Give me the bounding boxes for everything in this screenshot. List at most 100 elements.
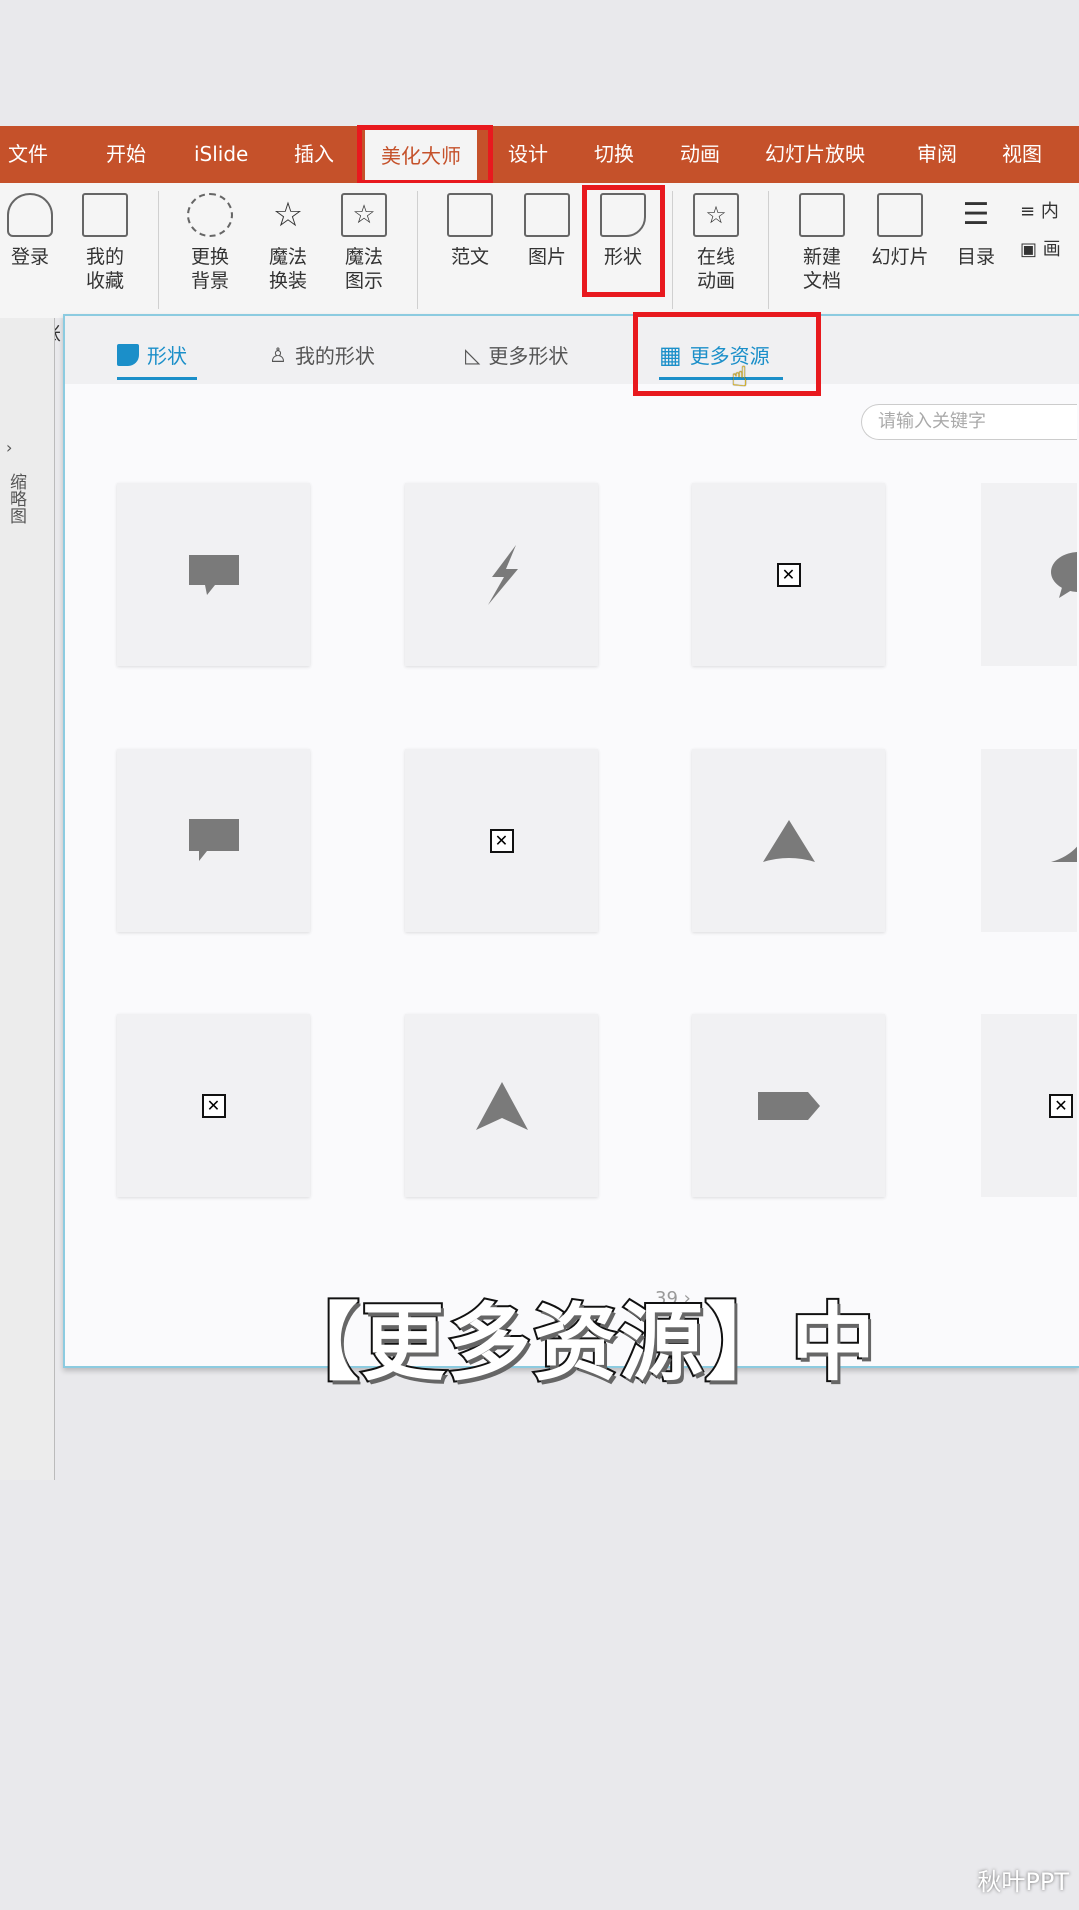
magic-diagram-button[interactable]: ☆ 魔法 图示 (334, 193, 394, 293)
label: 在线 (696, 246, 735, 268)
label: 换装 (268, 270, 307, 292)
arrow-triangle-icon (475, 1081, 528, 1130)
label: 登录 (10, 246, 49, 268)
highlight-box-menu (357, 125, 493, 185)
lightning-icon (487, 544, 518, 605)
shape-card[interactable] (117, 483, 310, 666)
label: 魔法 (268, 246, 307, 268)
search-input[interactable]: 请输入关键字 (861, 404, 1077, 440)
shape-card[interactable]: ✕ (692, 483, 885, 666)
star-frame-icon: ☆ (693, 193, 739, 237)
label: 收藏 (85, 270, 124, 292)
round-bubble-icon (1051, 551, 1077, 598)
toc-button[interactable]: ☰ 目录 (946, 193, 1006, 269)
menu-file[interactable]: 文件 (8, 126, 48, 183)
label: 图示 (344, 270, 383, 292)
tag-icon (757, 1091, 820, 1120)
menu-animations[interactable]: 动画 (680, 126, 720, 183)
label: 魔法 (344, 246, 383, 268)
user-icon: ♙ (269, 342, 287, 367)
new-document-button[interactable]: 新建 文档 (792, 193, 852, 293)
broken-image-icon: ✕ (201, 1093, 226, 1118)
picture-button[interactable]: 图片 (517, 193, 577, 269)
subtitle-caption: 【更多资源】中 (273, 1292, 878, 1394)
expand-chevron-icon[interactable]: › (6, 438, 12, 457)
thumbnail-pane: › 缩略图 (0, 318, 55, 1480)
broken-image-icon: ✕ (1049, 1093, 1073, 1118)
menu-design[interactable]: 设计 (508, 126, 548, 183)
user-icon (7, 193, 53, 237)
shape-card[interactable] (981, 483, 1077, 666)
label: 背景 (190, 270, 229, 292)
menu-view[interactable]: 视图 (1002, 126, 1042, 183)
highlight-box-more-resources (633, 312, 821, 396)
list-icon: ☰ (962, 197, 990, 232)
login-button[interactable]: 登录 (0, 193, 60, 269)
tab-label: 形状 (147, 344, 187, 368)
magic-diagram-icon: ☆ (341, 193, 387, 237)
shapes-dialog: 形状 ♙ 我的形状 ◺ 更多形状 ▦ 更多资源 ☝ 请输入关键字 ✕ ✕ ✕ ✕ 39… (63, 312, 1079, 1368)
menu-transitions[interactable]: 切换 (594, 126, 634, 183)
label: 文档 (802, 270, 841, 292)
slide-chart-icon (877, 193, 923, 237)
image-icon (524, 193, 570, 237)
broken-image-icon: ✕ (776, 562, 801, 587)
new-document-icon (799, 193, 845, 237)
tab-shapes[interactable]: 形状 (117, 340, 187, 369)
label: 内 (1040, 201, 1059, 222)
picture-side-button[interactable]: ▣ 画 (1020, 235, 1061, 261)
change-background-button[interactable]: 更换 背景 (180, 193, 240, 293)
shape-card[interactable] (405, 483, 598, 666)
magic-outfit-button[interactable]: ☆ 魔法 换装 (258, 193, 318, 293)
menu-home[interactable]: 开始 (106, 126, 146, 183)
shape-card[interactable] (405, 1014, 598, 1197)
menu-slideshow[interactable]: 幻灯片放映 (765, 126, 865, 183)
shape-card[interactable]: ✕ (117, 1014, 310, 1197)
label: 更换 (190, 246, 229, 268)
triangle-icon (762, 819, 815, 862)
menu-review[interactable]: 审阅 (917, 126, 957, 183)
tab-my-shapes[interactable]: ♙ 我的形状 (269, 340, 375, 369)
divider (768, 191, 769, 309)
refresh-icon (187, 193, 233, 237)
dialog-tab-bar: 形状 ♙ 我的形状 ◺ 更多形状 ▦ 更多资源 ☝ (65, 316, 1079, 393)
menu-bar: 文件 开始 iSlide 插入 美化大师 设计 切换 动画 幻灯片放映 审阅 视… (0, 126, 1079, 183)
watermark: 秋叶PPT (977, 1868, 1069, 1896)
menu-islide[interactable]: iSlide (194, 126, 248, 183)
divider (672, 191, 673, 309)
label: 图片 (527, 246, 566, 268)
template-button[interactable]: 范文 (440, 193, 500, 269)
shape-card[interactable] (981, 749, 1077, 932)
magic-wand-icon: ☆ (272, 195, 304, 235)
shape-outline-icon: ◺ (465, 342, 481, 367)
shape-card[interactable] (692, 1014, 885, 1197)
curved-triangle-icon (1051, 845, 1077, 862)
tab-label: 更多形状 (488, 344, 569, 368)
label: 新建 (802, 246, 841, 268)
label: 画 (1042, 239, 1061, 260)
folder-heart-icon (82, 193, 128, 237)
divider (417, 191, 418, 309)
speech-bubble-icon (188, 554, 239, 595)
tab-label: 我的形状 (294, 344, 375, 368)
favorites-button[interactable]: 我的 收藏 (75, 193, 135, 293)
shape-card[interactable]: ✕ (405, 749, 598, 932)
label: 我的 (85, 246, 124, 268)
label: 目录 (956, 246, 995, 268)
tab-underline (117, 377, 197, 380)
thumbnail-label: 缩略图 (6, 473, 26, 524)
shape-card[interactable] (692, 749, 885, 932)
label: 动画 (696, 270, 735, 292)
slide-button[interactable]: 幻灯片 (868, 193, 932, 269)
label: 幻灯片 (871, 246, 929, 268)
ribbon: 登录 我的 收藏 更换 背景 ☆ 魔法 换装 ☆ 魔法 图示 范文 图片 形状 ☆ 在线 动画 … (0, 183, 1079, 345)
label: 范文 (450, 246, 489, 268)
document-icon (447, 193, 493, 237)
shape-card[interactable] (117, 749, 310, 932)
online-animation-button[interactable]: ☆ 在线 动画 (686, 193, 746, 293)
shape-card[interactable]: ✕ (981, 1014, 1077, 1197)
menu-insert[interactable]: 插入 (294, 126, 334, 183)
highlight-box-shapes (582, 185, 665, 297)
content-button[interactable]: ≡ 内 (1020, 197, 1059, 223)
tab-more-shapes[interactable]: ◺ 更多形状 (465, 340, 568, 369)
